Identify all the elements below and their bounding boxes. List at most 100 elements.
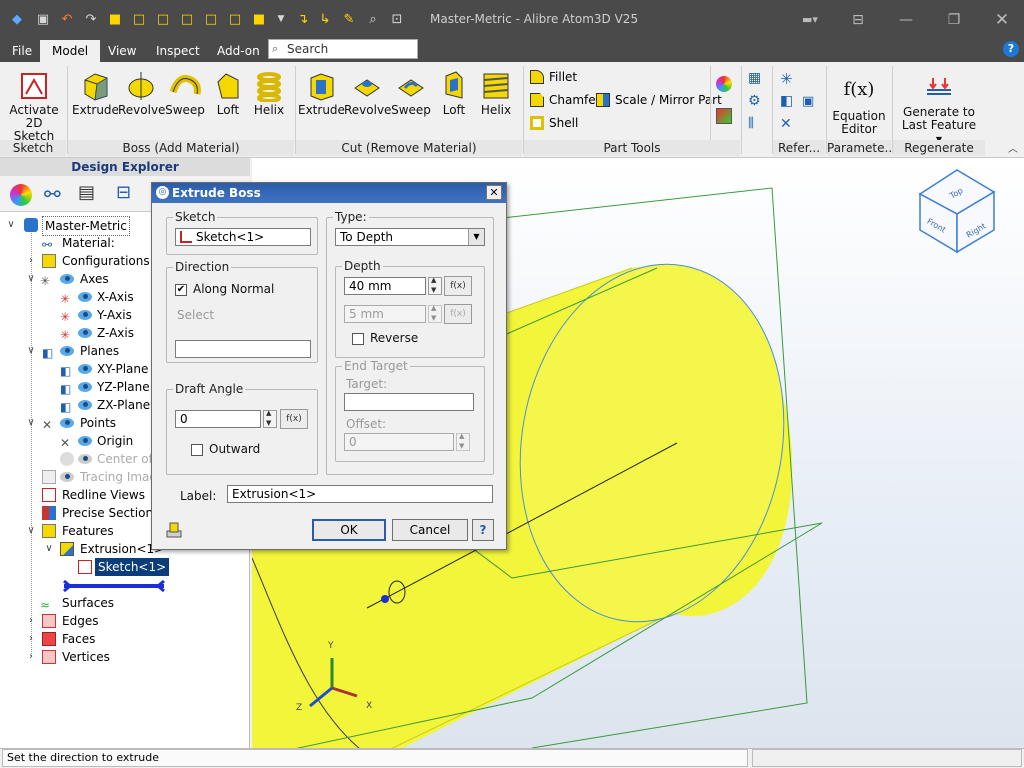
tree-item-faces[interactable]: › Faces [0, 630, 250, 648]
right-view-icon[interactable]: □ [178, 10, 196, 28]
boss-sweep-button[interactable]: Sweep [162, 70, 208, 117]
arrow-out-icon[interactable]: ↳ [316, 10, 334, 28]
depth2-input[interactable]: 5 mm [344, 305, 426, 323]
pattern-grid-icon[interactable]: ▦ [748, 70, 764, 86]
material-cube-icon[interactable] [716, 108, 732, 124]
save-icon[interactable]: ▣ [34, 10, 52, 28]
cut-extrude-button[interactable]: Extrude [298, 70, 345, 117]
menu-view[interactable]: View [102, 40, 142, 62]
dialog-close-button[interactable]: ✕ [486, 185, 502, 200]
view-cube[interactable]: Top Front Right [918, 169, 996, 254]
ok-button[interactable]: OK [312, 519, 386, 541]
menu-addon[interactable]: Add-on [211, 40, 266, 62]
view-dropdown-icon[interactable]: ▼ [272, 10, 290, 28]
along-normal-checkbox[interactable]: ✔ [175, 284, 187, 296]
close-window-button[interactable]: ✕ [990, 8, 1014, 32]
label-input[interactable]: Extrusion<1> [227, 485, 493, 503]
side-view-icon[interactable]: □ [202, 10, 220, 28]
draft-angle-fx-button[interactable]: f(x) [280, 409, 308, 429]
dialog-title-bar[interactable]: ◎ Extrude Boss [152, 183, 506, 203]
chevron-down-icon[interactable]: ▼ [468, 229, 484, 245]
tree-structure-icon[interactable]: ⚯ [44, 182, 61, 206]
boss-helix-button[interactable]: Helix [248, 70, 290, 117]
visibility-eye-icon[interactable] [60, 418, 74, 428]
color-wheel-icon[interactable] [10, 184, 32, 206]
visibility-eye-icon[interactable] [78, 292, 92, 302]
visibility-eye-icon[interactable] [78, 364, 92, 374]
visibility-eye-icon[interactable] [78, 400, 92, 410]
cut-helix-button[interactable]: Helix [474, 70, 518, 117]
restore-panel-icon[interactable]: ⊟ [846, 8, 870, 32]
offset-spinner[interactable] [456, 432, 470, 451]
draft-angle-spinner[interactable] [263, 409, 277, 428]
visibility-eye-icon[interactable] [60, 346, 74, 356]
reverse-checkbox[interactable] [352, 333, 364, 345]
measure-icon[interactable]: ✎ [340, 10, 358, 28]
image-reference-icon[interactable]: ▣ [802, 94, 814, 109]
zoom-icon[interactable]: ⌕ [364, 10, 382, 28]
maximize-button[interactable]: ❐ [942, 8, 966, 32]
shell-button[interactable]: Shell [530, 114, 578, 132]
rollback-marker[interactable] [0, 576, 250, 594]
redo-icon[interactable]: ↷ [82, 10, 100, 28]
direction-select-field[interactable] [175, 340, 311, 358]
properties-list-icon[interactable]: ▤ [78, 182, 95, 203]
boss-extrude-button[interactable]: Extrude [72, 70, 119, 117]
front-view-icon[interactable]: □ [130, 10, 148, 28]
minimize-button[interactable]: — [894, 8, 918, 32]
fillet-button[interactable]: Fillet [530, 68, 577, 86]
expand-icon[interactable]: › [26, 630, 36, 648]
visibility-eye-icon[interactable] [78, 382, 92, 392]
origin-point-icon[interactable] [381, 595, 389, 603]
color-wheel-icon[interactable] [716, 76, 732, 92]
collapse-icon[interactable]: ∨ [26, 342, 36, 360]
undo-icon[interactable]: ↶ [58, 10, 76, 28]
generate-to-last-feature-button[interactable]: Generate to Last Feature ▼ [898, 72, 980, 146]
offset-input[interactable]: 0 [344, 433, 454, 451]
depth-spinner[interactable] [428, 276, 442, 295]
gear-icon[interactable]: ⚙ [748, 93, 764, 109]
expand-icon[interactable]: › [26, 252, 36, 270]
cube-view-icon[interactable]: ■ [106, 10, 124, 28]
align-icon[interactable]: ⫼ [748, 116, 764, 132]
collapse-icon[interactable]: ∨ [26, 522, 36, 540]
expand-icon[interactable]: › [26, 648, 36, 666]
collapse-icon[interactable]: ∨ [26, 270, 36, 288]
type-dropdown[interactable]: To Depth ▼ [335, 228, 485, 246]
collapse-ribbon-icon[interactable]: ︿ [1008, 140, 1018, 155]
collapse-icon[interactable]: ∨ [44, 540, 54, 558]
iso-view-icon[interactable]: ■ [250, 10, 268, 28]
outward-checkbox[interactable] [191, 444, 203, 456]
cut-loft-button[interactable]: Loft [432, 70, 476, 117]
menu-file[interactable]: File [6, 40, 38, 62]
tree-item-edges[interactable]: › Edges [0, 612, 250, 630]
cut-revolve-button[interactable]: Revolve [344, 70, 391, 117]
point-reference-icon[interactable]: ✕ [780, 116, 792, 132]
boss-loft-button[interactable]: Loft [206, 70, 250, 117]
menu-model[interactable]: Model [40, 40, 101, 62]
scale-mirror-button[interactable]: Scale / Mirror Part [596, 91, 722, 109]
visibility-eye-icon[interactable] [60, 472, 74, 482]
visibility-eye-icon[interactable] [78, 436, 92, 446]
tree-item-sketch[interactable]: Sketch<1> [0, 558, 250, 576]
depth-input[interactable]: 40 mm [344, 277, 426, 295]
display-icon[interactable]: ⊟ [116, 182, 131, 203]
sketch-field[interactable]: Sketch<1> [175, 228, 311, 246]
depth2-fx-button[interactable]: f(x) [444, 304, 472, 324]
tree-item-surfaces[interactable]: ≈ Surfaces [0, 594, 250, 612]
collapse-icon[interactable]: ∨ [26, 414, 36, 432]
chamfer-button[interactable]: Chamfer [530, 91, 601, 109]
visibility-eye-icon[interactable] [78, 454, 92, 464]
equation-editor-button[interactable]: f(x) Equation Editor [830, 76, 888, 136]
display-options-icon[interactable]: ▬▾ [798, 8, 822, 32]
target-field[interactable] [344, 393, 474, 411]
back-view-icon[interactable]: □ [226, 10, 244, 28]
depth2-spinner[interactable] [428, 304, 442, 323]
top-view-icon[interactable]: □ [154, 10, 172, 28]
plane-reference-icon[interactable]: ◧ [780, 93, 793, 109]
dialog-help-button[interactable]: ? [472, 519, 494, 541]
visibility-eye-icon[interactable] [60, 274, 74, 284]
zoom-window-icon[interactable]: ⊡ [388, 10, 406, 28]
cancel-button[interactable]: Cancel [392, 519, 468, 541]
activate-2d-sketch-button[interactable]: Activate 2D Sketch [4, 70, 64, 143]
